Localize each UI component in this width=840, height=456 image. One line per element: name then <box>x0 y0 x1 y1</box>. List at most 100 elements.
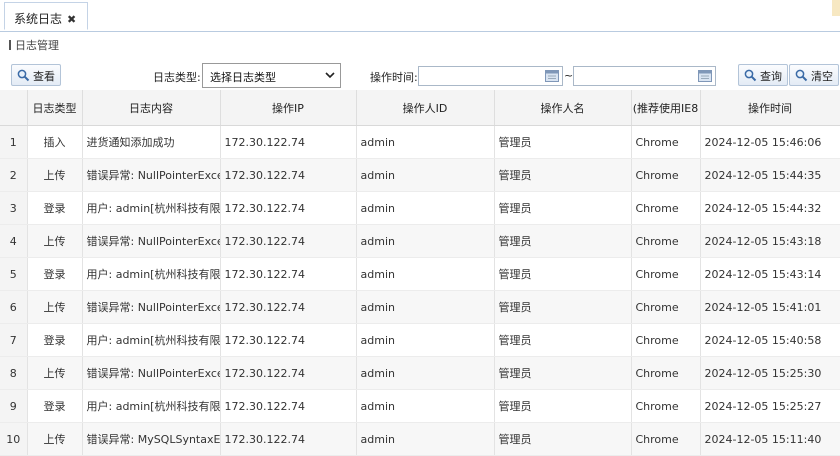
corner-decoration <box>832 0 840 16</box>
log-type-cell: 上传 <box>27 158 83 192</box>
ip-cell: 172.30.122.74 <box>220 323 357 357</box>
column-header-operator-name[interactable]: 操作人名 <box>494 90 632 126</box>
operator-id-cell: admin <box>356 191 495 225</box>
ip-cell: 172.30.122.74 <box>220 191 357 225</box>
operator-name-cell: 管理员 <box>494 191 632 225</box>
ip-cell: 172.30.122.74 <box>220 224 357 258</box>
time-cell: 2024-12-05 15:43:14 <box>700 257 840 291</box>
table-row[interactable]: 3登录用户: admin[杭州科技有限公司]172.30.122.74admin… <box>0 191 840 225</box>
calendar-icon <box>698 70 712 82</box>
operator-id-cell: admin <box>356 125 495 159</box>
log-content-cell: 错误异常: NullPointerException <box>82 224 221 258</box>
table-row[interactable]: 9登录用户: admin[杭州科技有限公司]172.30.122.74admin… <box>0 389 840 423</box>
operator-id-cell: admin <box>356 257 495 291</box>
column-header-log-type[interactable]: 日志类型 <box>27 90 83 126</box>
log-type-cell: 上传 <box>27 290 83 324</box>
browser-cell: Chrome <box>631 158 701 192</box>
ip-cell: 172.30.122.74 <box>220 422 357 456</box>
magnifier-icon <box>744 69 757 82</box>
browser-cell: Chrome <box>631 290 701 324</box>
ip-cell: 172.30.122.74 <box>220 389 357 423</box>
ip-cell: 172.30.122.74 <box>220 125 357 159</box>
log-table: 日志类型 日志内容 操作IP 操作人ID 操作人名 (推荐使用IE8 操作时间 … <box>0 90 840 456</box>
browser-cell: Chrome <box>631 125 701 159</box>
ip-cell: 172.30.122.74 <box>220 290 357 324</box>
row-number: 7 <box>0 323 28 357</box>
view-label: 查看 <box>33 70 55 83</box>
table-row[interactable]: 4上传错误异常: NullPointerException172.30.122.… <box>0 224 840 258</box>
browser-cell: Chrome <box>631 323 701 357</box>
clear-label: 清空 <box>811 70 833 83</box>
operator-id-cell: admin <box>356 323 495 357</box>
time-cell: 2024-12-05 15:25:30 <box>700 356 840 390</box>
operator-name-cell: 管理员 <box>494 224 632 258</box>
tab-bar: 系统日志 ✖ <box>0 0 840 32</box>
time-cell: 2024-12-05 15:40:58 <box>700 323 840 357</box>
breadcrumb-label: 日志管理 <box>15 39 59 52</box>
ip-cell: 172.30.122.74 <box>220 158 357 192</box>
time-cell: 2024-12-05 15:44:35 <box>700 158 840 192</box>
browser-cell: Chrome <box>631 356 701 390</box>
log-type-label: 日志类型: <box>153 71 201 84</box>
log-content-cell: 用户: admin[杭州科技有限公司] <box>82 323 221 357</box>
log-type-cell: 插入 <box>27 125 83 159</box>
clear-button[interactable]: 清空 <box>789 64 839 86</box>
time-cell: 2024-12-05 15:46:06 <box>700 125 840 159</box>
log-content-cell: 错误异常: NullPointerException <box>82 356 221 390</box>
operator-name-cell: 管理员 <box>494 257 632 291</box>
search-label: 查询 <box>760 70 782 83</box>
table-row[interactable]: 2上传错误异常: NullPointerException172.30.122.… <box>0 158 840 192</box>
column-header-time[interactable]: 操作时间 <box>700 90 840 126</box>
search-toolbar: 查看 日志类型: 选择日志类型 操作时间: ~ 查询 清空 <box>0 60 840 90</box>
browser-cell: Chrome <box>631 389 701 423</box>
log-type-cell: 登录 <box>27 323 83 357</box>
row-number: 3 <box>0 191 28 225</box>
time-cell: 2024-12-05 15:43:18 <box>700 224 840 258</box>
view-button[interactable]: 查看 <box>11 64 61 86</box>
table-row[interactable]: 1 插入 进货通知添加成功 172.30.122.74 admin 管理员 Chrome 20… <box>0 125 840 159</box>
column-header-log-content[interactable]: 日志内容 <box>82 90 221 126</box>
column-header-browser[interactable]: (推荐使用IE8 <box>631 90 701 126</box>
browser-cell: Chrome <box>631 191 701 225</box>
table-row[interactable]: 7登录用户: admin[杭州科技有限公司]172.30.122.74admin… <box>0 323 840 357</box>
log-content-cell: 错误异常: NullPointerException <box>82 158 221 192</box>
log-type-select[interactable]: 选择日志类型 <box>202 63 341 88</box>
time-cell: 2024-12-05 15:41:01 <box>700 290 840 324</box>
operator-name-cell: 管理员 <box>494 290 632 324</box>
table-row[interactable]: 6上传错误异常: NullPointerException172.30.122.… <box>0 290 840 324</box>
log-type-value: 选择日志类型 <box>210 71 276 84</box>
browser-cell: Chrome <box>631 422 701 456</box>
log-content-cell: 进货通知添加成功 <box>82 125 221 159</box>
browser-cell: Chrome <box>631 257 701 291</box>
table-row[interactable]: 8上传错误异常: NullPointerException172.30.122.… <box>0 356 840 390</box>
row-number: 9 <box>0 389 28 423</box>
start-date-input[interactable] <box>418 66 563 86</box>
close-icon[interactable]: ✖ <box>67 13 76 26</box>
ip-cell: 172.30.122.74 <box>220 356 357 390</box>
operator-name-cell: 管理员 <box>494 422 632 456</box>
magnifier-icon <box>795 69 808 82</box>
operation-time-label: 操作时间: <box>370 71 418 84</box>
row-number: 5 <box>0 257 28 291</box>
operator-name-cell: 管理员 <box>494 389 632 423</box>
log-type-cell: 上传 <box>27 224 83 258</box>
ip-cell: 172.30.122.74 <box>220 257 357 291</box>
calendar-icon <box>545 70 559 82</box>
row-number: 8 <box>0 356 28 390</box>
row-number-header <box>0 90 28 126</box>
table-row[interactable]: 10上传错误异常: MySQLSyntaxErrorException172.3… <box>0 422 840 456</box>
operator-id-cell: admin <box>356 422 495 456</box>
operator-name-cell: 管理员 <box>494 125 632 159</box>
tab-system-log[interactable]: 系统日志 ✖ <box>4 2 88 30</box>
search-button[interactable]: 查询 <box>738 64 788 86</box>
end-date-input[interactable] <box>573 66 716 86</box>
tab-label: 系统日志 <box>14 12 63 26</box>
row-number: 10 <box>0 422 28 456</box>
log-type-cell: 登录 <box>27 257 83 291</box>
table-header-row: 日志类型 日志内容 操作IP 操作人ID 操作人名 (推荐使用IE8 操作时间 <box>0 90 840 126</box>
log-content-cell: 用户: admin[杭州科技有限公司] <box>82 389 221 423</box>
column-header-ip[interactable]: 操作IP <box>220 90 357 126</box>
column-header-operator-id[interactable]: 操作人ID <box>356 90 495 126</box>
table-row[interactable]: 5登录用户: admin[杭州科技有限公司]172.30.122.74admin… <box>0 257 840 291</box>
operator-id-cell: admin <box>356 356 495 390</box>
